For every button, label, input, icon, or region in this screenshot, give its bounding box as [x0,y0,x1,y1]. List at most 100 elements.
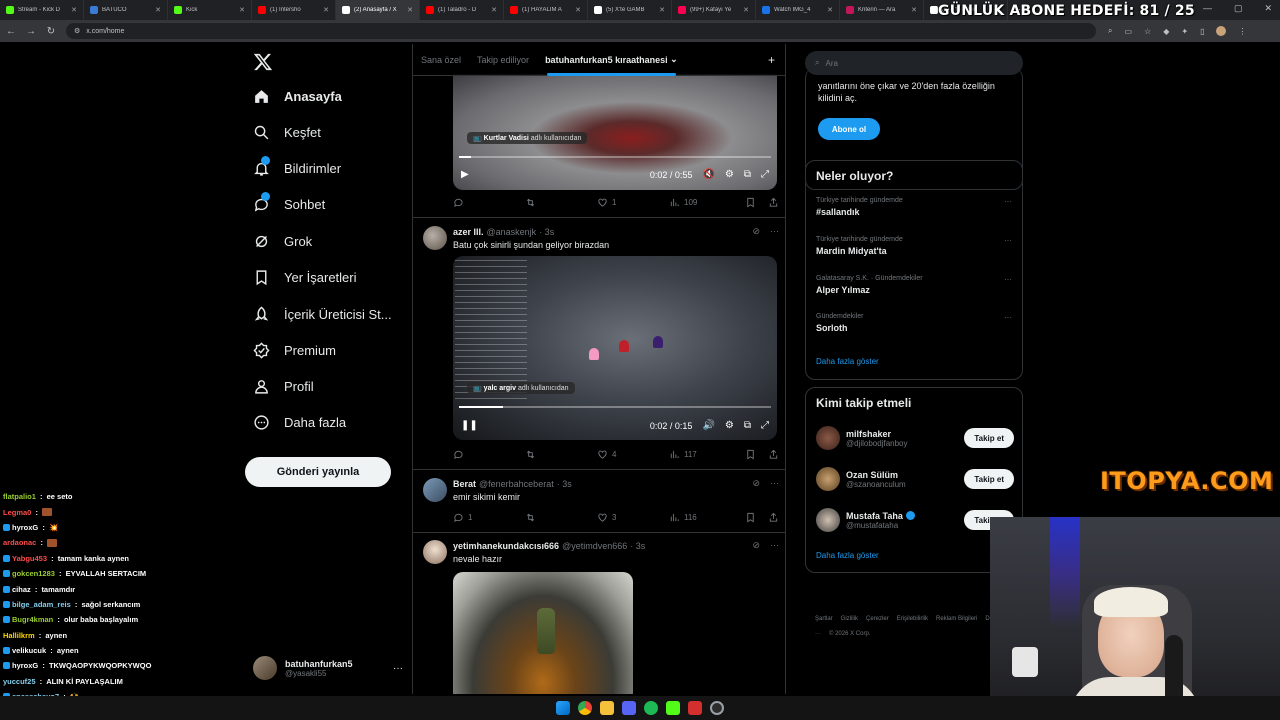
trend-item[interactable]: Türkiye tarihinde gündemde Mardin Midyat'… [816,236,1012,256]
share-icon[interactable] [768,197,779,208]
kick-icon[interactable] [666,701,680,715]
avatar[interactable] [423,226,447,250]
reply-button[interactable]: 1 [453,512,525,523]
x-logo-icon[interactable] [253,52,273,72]
more-options-icon[interactable]: ··· [770,226,779,237]
avatar[interactable] [816,467,840,491]
more-options-icon[interactable]: ··· [1004,236,1012,245]
follow-suggestion[interactable]: Ozan Sülüm @szanoanculum Takip et [816,465,1014,493]
close-window-icon[interactable]: ✕ [1264,3,1272,14]
follow-button[interactable]: Takip et [964,469,1014,489]
file-explorer-icon[interactable] [600,701,614,715]
volume-icon[interactable]: 🔊 [702,420,714,431]
subscribe-button[interactable]: Abone ol [818,118,880,140]
nav-item-chat[interactable]: Sohbet [253,192,325,213]
fullscreen-icon[interactable]: ⤢ [761,169,769,180]
close-tab-icon[interactable]: ✕ [71,6,77,14]
avatar[interactable] [816,508,840,532]
more-options-icon[interactable]: ··· [770,478,779,489]
tweet-video[interactable]: 📺 yalc argiv adlı kullanıcıdan ❚❚ 0:02 /… [453,256,777,440]
views-button[interactable]: 117 [669,449,741,460]
footer-link[interactable]: Erişilebilirlik [897,616,928,622]
tweet-author-name[interactable]: azer III. [453,227,484,237]
browser-tab[interactable]: (2) Anasayfa / X ✕ [336,0,420,20]
like-button[interactable]: 3 [597,512,669,523]
more-options-icon[interactable]: ··· [1004,197,1012,206]
pip-icon[interactable]: ⧉ [744,169,751,180]
url-input[interactable]: ⚙ x.com/home [66,23,1096,39]
reply-button[interactable] [453,197,525,208]
footer-link[interactable]: Şartlar [815,616,833,622]
browser-tab[interactable]: BATUCO ✕ [84,0,168,20]
show-more-follow-link[interactable]: Daha fazla göster [816,551,879,560]
forward-icon[interactable]: → [22,26,40,37]
bookmark-icon[interactable] [745,512,756,523]
tweet-author-handle[interactable]: @fenerbahceberat [479,479,554,489]
browser-tab[interactable]: (5) X'te GAMB ✕ [588,0,672,20]
follow-suggestion[interactable]: Mustafa Taha@mustafatahaTakip et [816,506,1014,534]
trend-item[interactable]: Galatasaray S.K. · Gündemdekiler Alper Yı… [816,275,1012,295]
nav-item-grok[interactable]: Grok [253,233,312,250]
like-button[interactable]: 4 [597,449,669,460]
grok-icon[interactable]: ⊘ [752,226,760,237]
extension-icon[interactable]: ◆ [1163,27,1169,36]
add-tab-icon[interactable]: + [768,53,775,67]
close-tab-icon[interactable]: ✕ [827,6,833,14]
close-tab-icon[interactable]: ✕ [659,6,665,14]
nav-item-more[interactable]: Daha fazla [253,414,346,431]
back-icon[interactable]: ← [2,26,20,37]
like-button[interactable]: 1 [597,197,669,208]
nav-item-bell[interactable]: Bildirimler [253,156,341,177]
views-button[interactable]: 116 [669,512,741,523]
cast-icon[interactable]: ▭ [1124,27,1132,36]
retweet-button[interactable] [525,449,597,460]
close-tab-icon[interactable]: ✕ [575,6,581,14]
settings-icon[interactable]: ⚙ [725,169,734,180]
browser-tab[interactable]: (1) Taladro - D ✕ [420,0,504,20]
trend-item[interactable]: Gündemdekiler Sorloth ··· [816,313,1012,333]
browser-tab[interactable]: (99+) Kafayı Ye ✕ [672,0,756,20]
close-tab-icon[interactable]: ✕ [239,6,245,14]
mute-icon[interactable]: 🔇 [702,169,714,180]
pip-icon[interactable]: ⧉ [744,420,751,431]
site-info-icon[interactable]: ⚙ [74,27,80,35]
tweet-author-handle[interactable]: @anaskenjk [487,227,537,237]
minimize-icon[interactable]: — [1203,3,1212,14]
browser-tab[interactable]: (1) HAYALİM A ✕ [504,0,588,20]
nav-item-profile[interactable]: Profil [253,378,314,395]
more-options-icon[interactable]: ··· [770,540,779,551]
browser-tab[interactable]: Stream - Kick D ✕ [0,0,84,20]
grok-icon[interactable]: ⊘ [752,540,760,551]
play-icon[interactable]: ▶ [461,169,469,180]
tab-community[interactable]: batuhanfurkan5 kıraathanesi ⌄ [537,44,686,76]
more-options-icon[interactable]: ··· [1004,275,1012,284]
discord-icon[interactable] [622,701,636,715]
close-tab-icon[interactable]: ✕ [491,6,497,14]
nav-item-rocket[interactable]: İçerik Üreticisi St... [253,306,392,323]
tweet-author-name[interactable]: yetimhanekundakcısı666 [453,541,559,551]
maximize-icon[interactable]: ▢ [1234,3,1243,14]
tweet-video[interactable]: 📺 Kurtlar Vadisi adlı kullanıcıdan ▶ 0:0… [453,74,777,190]
star-icon[interactable]: ☆ [1144,27,1151,36]
browser-tab[interactable]: Kick ✕ [168,0,252,20]
tweet-author-handle[interactable]: @yetimdven666 [562,541,627,551]
follow-suggestion[interactable]: milfshaker @djilobodjfanboy Takip et [816,424,1014,452]
pause-icon[interactable]: ❚❚ [461,420,478,431]
grok-icon[interactable]: ⊘ [752,478,760,489]
avatar[interactable] [816,426,840,450]
nav-item-bookmark[interactable]: Yer İşaretleri [253,269,357,286]
nav-item-home[interactable]: Anasayfa [253,88,342,105]
search-input[interactable]: ⌕ Ara [805,51,1023,75]
x-app-icon[interactable] [688,701,702,715]
browser-tab[interactable]: (1) Intersho ✕ [252,0,336,20]
fullscreen-icon[interactable]: ⤢ [761,420,769,431]
more-options-icon[interactable]: ··· [1004,313,1012,322]
close-tab-icon[interactable]: ✕ [155,6,161,14]
puzzle-icon[interactable]: ✦ [1181,27,1188,36]
browser-tab[interactable]: Watch IMG_4 ✕ [756,0,840,20]
share-icon[interactable] [768,449,779,460]
browser-tab[interactable]: Kriterin — Ara ✕ [840,0,924,20]
reply-button[interactable] [453,449,525,460]
tab-following[interactable]: Takip ediliyor [469,44,537,76]
windows-start-icon[interactable] [556,701,570,715]
